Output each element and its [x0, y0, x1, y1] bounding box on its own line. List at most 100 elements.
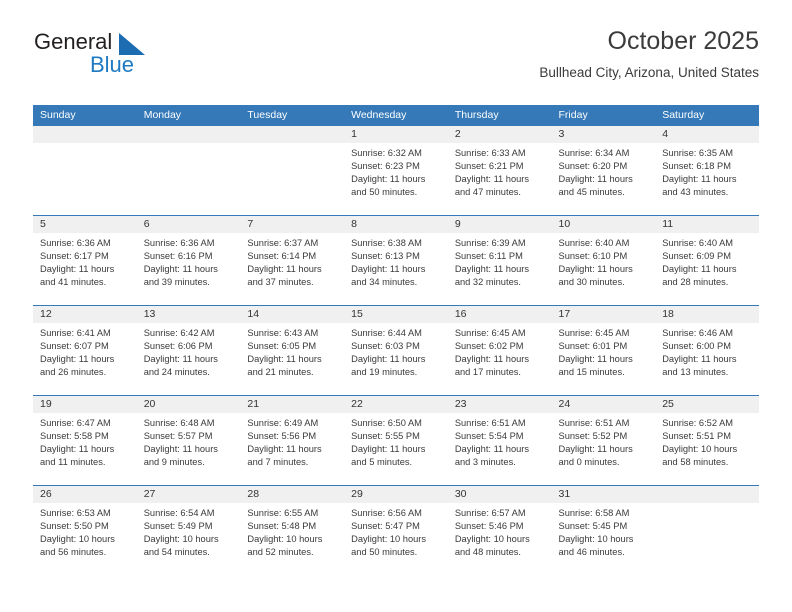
sunset-time: Sunset: 5:49 PM: [143, 521, 213, 532]
calendar-day-cell[interactable]: 26 Sunrise: 6:53 AM Sunset: 5:50 PM Dayligh…: [33, 485, 137, 575]
day-number: 17: [551, 306, 656, 323]
sunset-time: Sunset: 5:51 PM: [662, 431, 731, 442]
sunrise-time: Sunrise: 6:56 AM: [351, 508, 422, 518]
day-details: Sunrise: 6:35 AM Sunset: 6:18 PM Daylight:…: [655, 143, 759, 199]
day-details: Sunrise: 6:50 AM Sunset: 5:55 PM Daylight:…: [344, 413, 448, 469]
day-cell-inner: 23 Sunrise: 6:51 AM Sunset: 5:54 PM Dayligh…: [447, 396, 552, 485]
day-number: 20: [136, 396, 241, 413]
weekday-header-friday: Friday: [551, 105, 656, 126]
day-cell-inner: 8 Sunrise: 6:38 AM Sunset: 6:13 PM Daylight…: [344, 216, 448, 305]
daylight-duration-line2: and 9 minutes.: [143, 457, 205, 468]
day-cell-inner: 18 Sunrise: 6:46 AM Sunset: 6:00 PM Dayligh…: [655, 306, 759, 395]
daylight-duration-line1: Daylight: 11 hours: [662, 174, 737, 185]
calendar-day-cell[interactable]: 13 Sunrise: 6:42 AM Sunset: 6:06 PM Dayligh…: [136, 305, 241, 396]
day-cell-inner: 5 Sunrise: 6:36 AM Sunset: 6:17 PM Daylight…: [33, 216, 137, 305]
calendar-day-cell[interactable]: 24 Sunrise: 6:51 AM Sunset: 5:52 PM Dayligh…: [551, 395, 656, 486]
daylight-duration-line1: Daylight: 10 hours: [247, 534, 323, 545]
daylight-duration-line2: and 52 minutes.: [247, 547, 314, 558]
day-details: Sunrise: 6:45 AM Sunset: 6:02 PM Daylight:…: [448, 323, 552, 379]
calendar-day-cell[interactable]: 23 Sunrise: 6:51 AM Sunset: 5:54 PM Dayligh…: [447, 395, 552, 486]
weekday-header-row: Sunday Monday Tuesday Wednesday Thursday…: [33, 105, 759, 126]
calendar-day-cell[interactable]: 28 Sunrise: 6:55 AM Sunset: 5:48 PM Dayligh…: [240, 485, 345, 575]
calendar-day-cell[interactable]: 17 Sunrise: 6:45 AM Sunset: 6:01 PM Dayligh…: [551, 305, 656, 396]
calendar-day-cell[interactable]: 11 Sunrise: 6:40 AM Sunset: 6:09 PM Dayligh…: [655, 215, 759, 306]
calendar-day-cell[interactable]: 10 Sunrise: 6:40 AM Sunset: 6:10 PM Dayligh…: [551, 215, 656, 306]
day-number: 5: [33, 216, 137, 233]
day-number: 16: [447, 306, 552, 323]
sunset-time: Sunset: 6:14 PM: [247, 251, 317, 262]
day-details: Sunrise: 6:48 AM Sunset: 5:57 PM Daylight:…: [137, 413, 241, 469]
calendar-day-cell[interactable]: 14 Sunrise: 6:43 AM Sunset: 6:05 PM Dayligh…: [240, 305, 345, 396]
calendar-day-cell[interactable]: 20 Sunrise: 6:48 AM Sunset: 5:57 PM Dayligh…: [136, 395, 241, 486]
calendar-day-cell[interactable]: 16 Sunrise: 6:45 AM Sunset: 6:02 PM Dayligh…: [447, 305, 552, 396]
day-details: Sunrise: 6:41 AM Sunset: 6:07 PM Daylight:…: [33, 323, 137, 379]
day-cell-inner: 31 Sunrise: 6:58 AM Sunset: 5:45 PM Dayligh…: [551, 486, 656, 575]
calendar-day-cell[interactable]: 12 Sunrise: 6:41 AM Sunset: 6:07 PM Dayligh…: [33, 305, 137, 396]
calendar-day-cell[interactable]: 21 Sunrise: 6:49 AM Sunset: 5:56 PM Dayligh…: [240, 395, 345, 486]
daylight-duration-line1: Daylight: 11 hours: [247, 354, 322, 365]
daylight-duration-line1: Daylight: 11 hours: [454, 444, 530, 455]
day-cell-inner: 4 Sunrise: 6:35 AM Sunset: 6:18 PM Daylight…: [655, 126, 759, 215]
calendar-day-cell[interactable]: 7 Sunrise: 6:37 AM Sunset: 6:14 PM Daylight…: [240, 215, 345, 306]
daylight-duration-line2: and 56 minutes.: [40, 547, 107, 558]
daylight-duration-line2: and 47 minutes.: [454, 187, 521, 198]
day-details: Sunrise: 6:33 AM Sunset: 6:21 PM Daylight:…: [448, 143, 552, 199]
calendar-day-cell[interactable]: 30 Sunrise: 6:57 AM Sunset: 5:46 PM Dayligh…: [447, 485, 552, 575]
day-number: 15: [344, 306, 448, 323]
calendar-day-cell[interactable]: 27 Sunrise: 6:54 AM Sunset: 5:49 PM Dayligh…: [136, 485, 241, 575]
sunrise-time: Sunrise: 6:53 AM: [40, 508, 111, 518]
day-cell-inner: 19 Sunrise: 6:47 AM Sunset: 5:58 PM Dayligh…: [33, 396, 137, 485]
sunrise-time: Sunrise: 6:44 AM: [351, 328, 422, 338]
calendar-day-cell[interactable]: 1 Sunrise: 6:32 AM Sunset: 6:23 PM Daylight…: [344, 126, 448, 216]
calendar-week-row: 1 Sunrise: 6:32 AM Sunset: 6:23 PM Daylight…: [33, 126, 759, 216]
day-number: [240, 126, 345, 143]
day-number: 3: [551, 126, 656, 143]
daylight-duration-line1: Daylight: 11 hours: [662, 264, 737, 275]
daylight-duration-line2: and 11 minutes.: [40, 457, 106, 468]
weekday-header-wednesday: Wednesday: [344, 105, 448, 126]
calendar-day-cell[interactable]: 15 Sunrise: 6:44 AM Sunset: 6:03 PM Dayligh…: [344, 305, 448, 396]
sunrise-time: Sunrise: 6:34 AM: [558, 148, 630, 158]
general-blue-logo[interactable]: General Blue: [33, 28, 253, 88]
calendar-day-cell[interactable]: 25 Sunrise: 6:52 AM Sunset: 5:51 PM Dayligh…: [655, 395, 759, 486]
calendar-day-cell[interactable]: 31 Sunrise: 6:58 AM Sunset: 5:45 PM Dayligh…: [551, 485, 656, 575]
day-cell-inner: 11 Sunrise: 6:40 AM Sunset: 6:09 PM Dayligh…: [655, 216, 759, 305]
day-cell-inner: 30 Sunrise: 6:57 AM Sunset: 5:46 PM Dayligh…: [447, 486, 552, 575]
calendar-day-cell[interactable]: 18 Sunrise: 6:46 AM Sunset: 6:00 PM Dayligh…: [655, 305, 759, 396]
calendar-day-cell[interactable]: 3 Sunrise: 6:34 AM Sunset: 6:20 PM Daylight…: [551, 126, 656, 216]
sunrise-time: Sunrise: 6:36 AM: [40, 238, 111, 248]
calendar-day-cell[interactable]: 19 Sunrise: 6:47 AM Sunset: 5:58 PM Dayligh…: [33, 395, 137, 486]
sunset-time: Sunset: 5:48 PM: [247, 521, 317, 532]
sunset-time: Sunset: 6:16 PM: [143, 251, 213, 262]
sunset-time: Sunset: 6:11 PM: [454, 251, 523, 262]
daylight-duration-line2: and 46 minutes.: [558, 547, 625, 558]
calendar-day-cell[interactable]: 2 Sunrise: 6:33 AM Sunset: 6:21 PM Daylight…: [447, 126, 552, 216]
daylight-duration-line1: Daylight: 11 hours: [40, 264, 115, 275]
day-details: Sunrise: 6:40 AM Sunset: 6:10 PM Daylight:…: [552, 233, 656, 289]
calendar-day-cell[interactable]: 8 Sunrise: 6:38 AM Sunset: 6:13 PM Daylight…: [344, 215, 448, 306]
page-title: October 2025: [607, 27, 760, 55]
calendar-day-cell[interactable]: 5 Sunrise: 6:36 AM Sunset: 6:17 PM Daylight…: [33, 215, 137, 306]
sunrise-time: Sunrise: 6:45 AM: [454, 328, 526, 338]
sunset-time: Sunset: 6:07 PM: [40, 341, 109, 352]
day-details: Sunrise: 6:53 AM Sunset: 5:50 PM Daylight:…: [33, 503, 137, 559]
day-number: 30: [447, 486, 552, 503]
calendar-day-cell[interactable]: 29 Sunrise: 6:56 AM Sunset: 5:47 PM Dayligh…: [344, 485, 448, 575]
sunrise-time: Sunrise: 6:39 AM: [454, 238, 526, 248]
day-number: 8: [344, 216, 448, 233]
calendar-day-cell[interactable]: 4 Sunrise: 6:35 AM Sunset: 6:18 PM Daylight…: [655, 126, 759, 216]
calendar-day-cell[interactable]: 22 Sunrise: 6:50 AM Sunset: 5:55 PM Dayligh…: [344, 395, 448, 486]
calendar-week-row: 12 Sunrise: 6:41 AM Sunset: 6:07 PM Dayligh…: [33, 305, 759, 396]
day-number: [136, 126, 241, 143]
logo-text-blue: Blue: [90, 52, 135, 77]
sunrise-time: Sunrise: 6:49 AM: [247, 418, 319, 428]
daylight-duration-line2: and 50 minutes.: [351, 187, 418, 198]
daylight-duration-line1: Daylight: 10 hours: [40, 534, 115, 545]
sunset-time: Sunset: 5:46 PM: [454, 521, 524, 532]
day-number: 13: [136, 306, 241, 323]
calendar-day-cell[interactable]: 9 Sunrise: 6:39 AM Sunset: 6:11 PM Daylight…: [447, 215, 552, 306]
sunrise-time: Sunrise: 6:38 AM: [351, 238, 422, 248]
day-cell-inner: 22 Sunrise: 6:50 AM Sunset: 5:55 PM Dayligh…: [344, 396, 448, 485]
calendar-day-cell[interactable]: 6 Sunrise: 6:36 AM Sunset: 6:16 PM Daylight…: [136, 215, 241, 306]
daylight-duration-line2: and 34 minutes.: [351, 277, 418, 288]
